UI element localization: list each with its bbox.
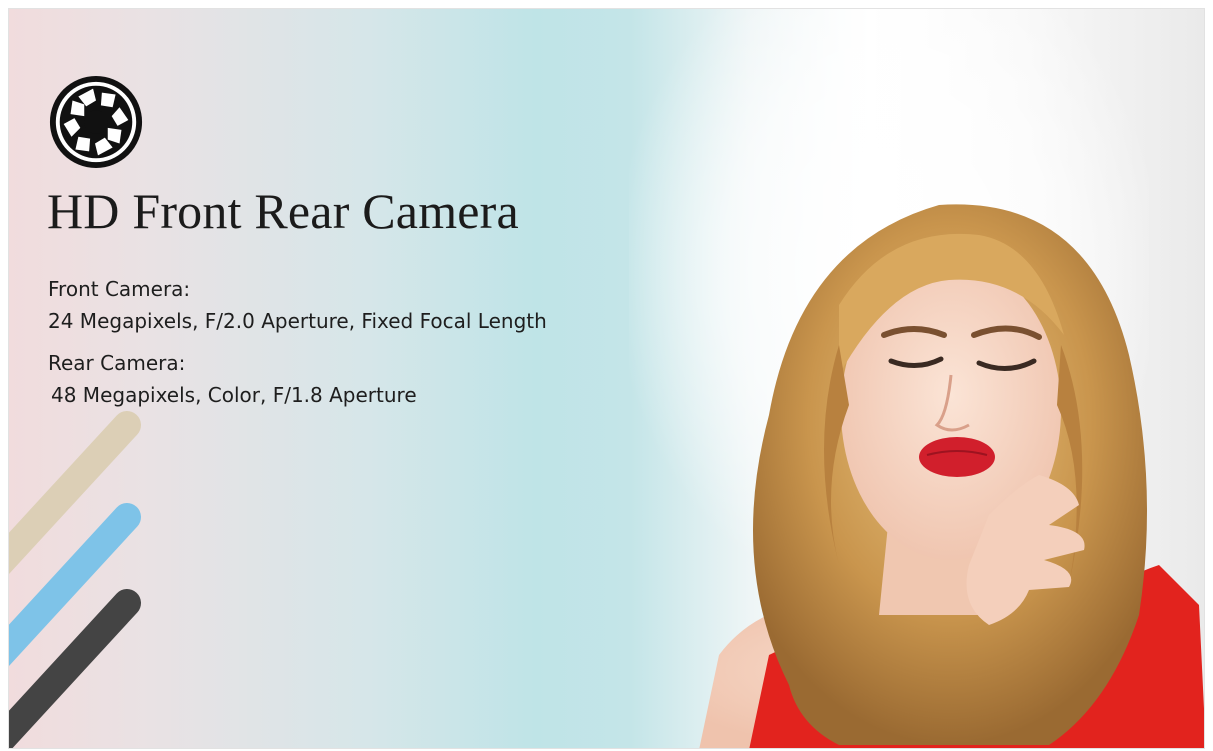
front-camera-value: 24 Megapixels, F/2.0 Aperture, Fixed Foc…: [48, 309, 547, 333]
camera-banner: HD Front Rear Camera Front Camera: 24 Me…: [8, 8, 1205, 749]
camera-aperture-icon: [49, 75, 143, 169]
page-title: HD Front Rear Camera: [47, 183, 519, 239]
front-camera-spec: Front Camera: 24 Megapixels, F/2.0 Apert…: [48, 273, 547, 337]
model-portrait-image: [699, 204, 1204, 748]
rear-camera-label: Rear Camera:: [48, 351, 186, 375]
front-camera-label: Front Camera:: [48, 277, 191, 301]
decorative-stripes: [9, 411, 141, 748]
rear-camera-spec: Rear Camera: 48 Megapixels, Color, F/1.8…: [48, 347, 417, 411]
